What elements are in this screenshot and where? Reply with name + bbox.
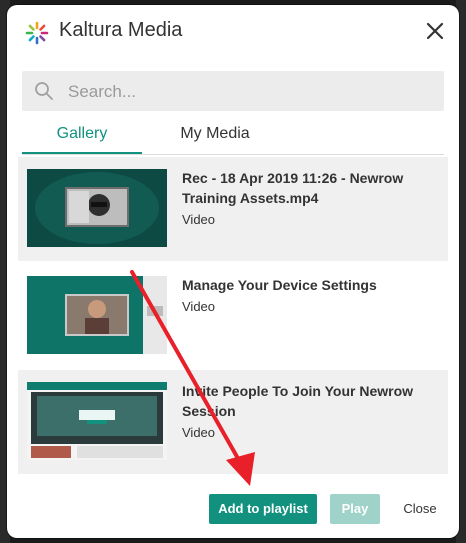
media-list: Rec - 18 Apr 2019 11:26 - Newrow Trainin… bbox=[18, 157, 448, 475]
media-item-name: Rec - 18 Apr 2019 11:26 - Newrow Trainin… bbox=[182, 170, 404, 206]
media-item[interactable]: Rec - 18 Apr 2019 11:26 - Newrow Trainin… bbox=[18, 157, 448, 261]
kaltura-logo-icon bbox=[25, 21, 49, 45]
media-item-type: Video bbox=[182, 212, 216, 227]
close-button[interactable]: Close bbox=[392, 494, 448, 524]
search-icon bbox=[35, 82, 53, 100]
media-thumbnail bbox=[27, 382, 167, 460]
close-icon[interactable] bbox=[423, 19, 447, 43]
media-item-name: Invite People To Join Your Newrow Sessio… bbox=[182, 383, 414, 419]
play-button[interactable]: Play bbox=[330, 494, 380, 524]
tabs-divider bbox=[22, 154, 444, 155]
active-tab-underline bbox=[22, 152, 142, 154]
search-box bbox=[22, 71, 444, 113]
media-thumbnail bbox=[27, 276, 167, 354]
media-thumbnail bbox=[27, 169, 167, 247]
dialog-header: Kaltura Media bbox=[7, 5, 459, 59]
search-input[interactable] bbox=[66, 71, 430, 113]
media-tabs: Gallery My Media bbox=[22, 119, 444, 157]
dialog-title: Kaltura Media bbox=[59, 19, 183, 41]
tab-my-media[interactable]: My Media bbox=[155, 125, 275, 143]
media-item-name: Manage Your Device Settings bbox=[182, 277, 377, 293]
media-item[interactable]: Invite People To Join Your Newrow Sessio… bbox=[18, 370, 448, 474]
add-to-playlist-button[interactable]: Add to playlist bbox=[209, 494, 317, 524]
media-item[interactable]: Manage Your Device Settings Video bbox=[18, 264, 448, 368]
media-item-type: Video bbox=[182, 299, 216, 314]
media-item-type: Video bbox=[182, 425, 216, 440]
kaltura-media-dialog: Kaltura Media Gallery My Media bbox=[7, 5, 459, 538]
tab-gallery[interactable]: Gallery bbox=[22, 125, 142, 143]
